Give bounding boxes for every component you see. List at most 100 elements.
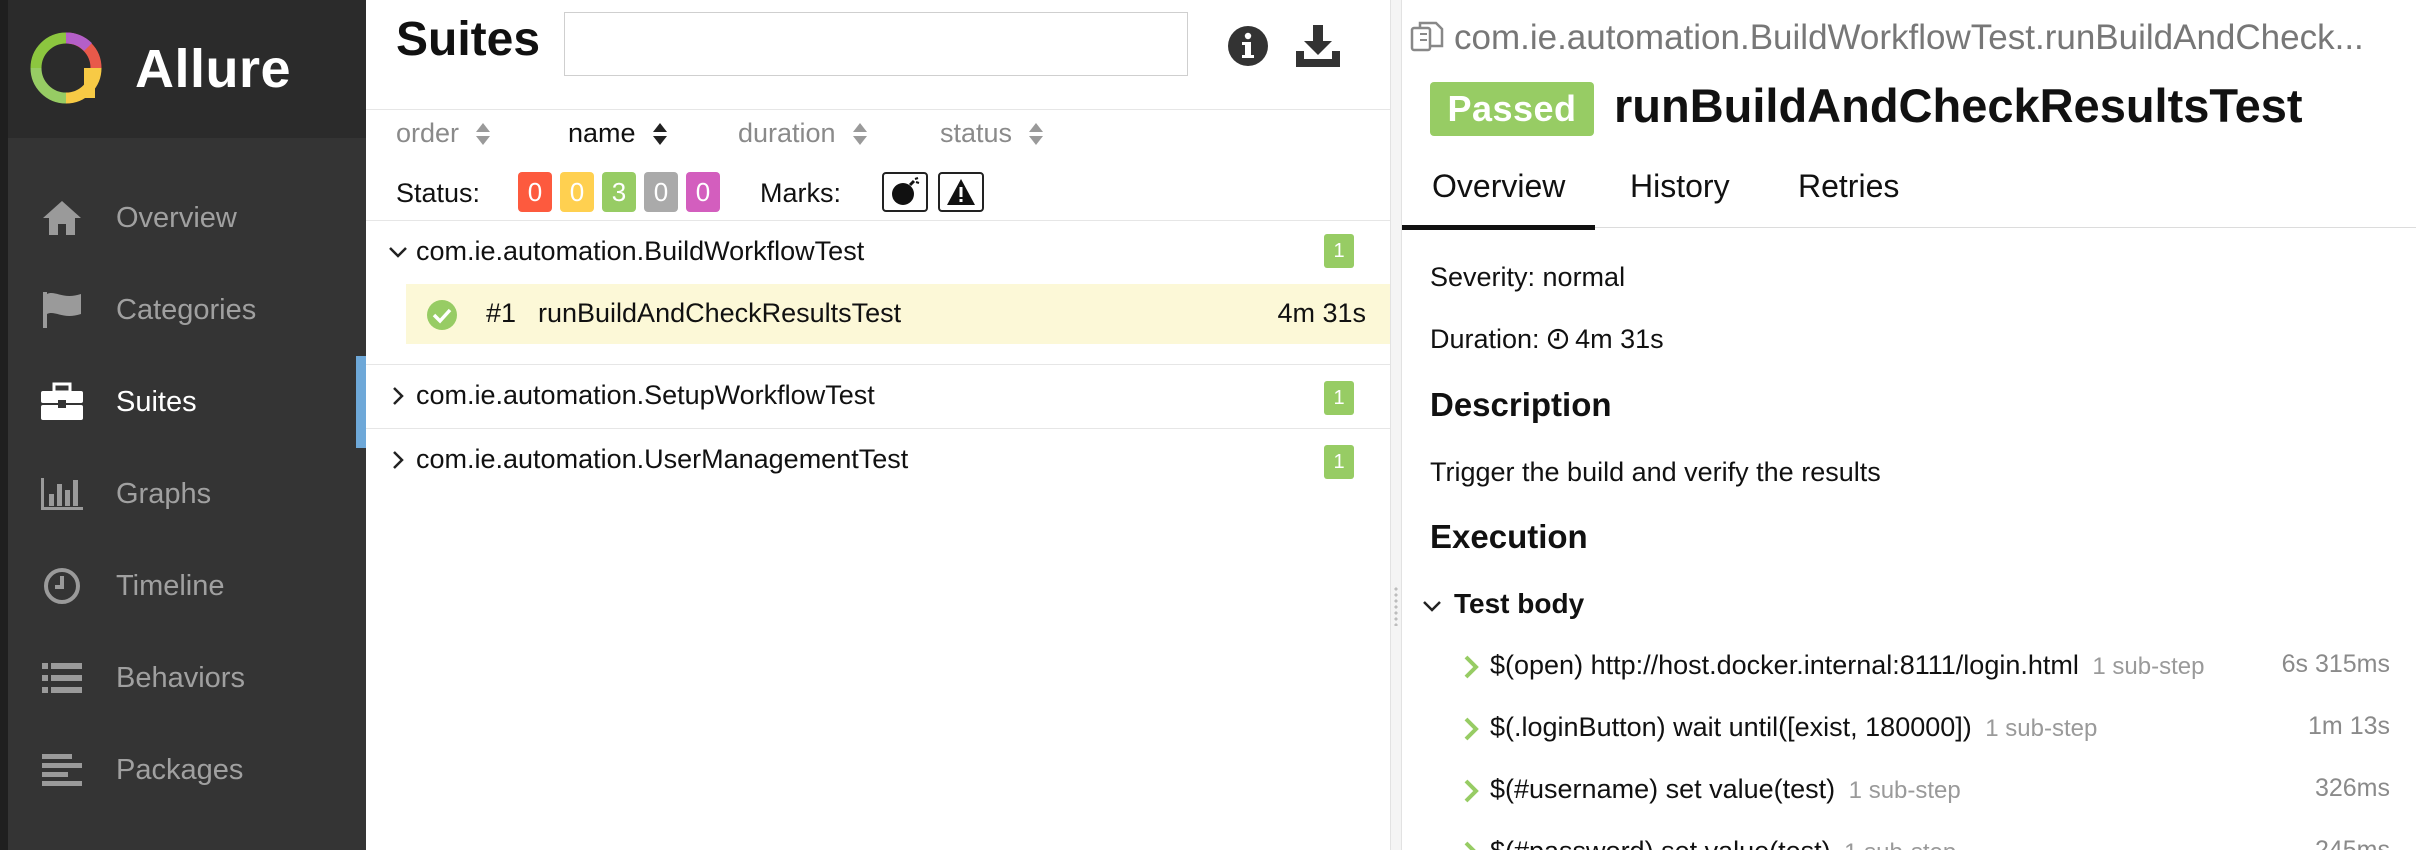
details-tabs: Overview History Retries (1402, 160, 2416, 230)
chevron-down-icon (389, 247, 407, 258)
status-filter-broken[interactable]: 0 (560, 172, 594, 212)
page-title: Suites (396, 13, 541, 66)
chevron-right-icon (1464, 717, 1479, 741)
step-title: $(#password) set value(test) (1490, 836, 1831, 850)
step-substep-count: 1 sub-step (1985, 715, 2098, 742)
allure-logo-icon (30, 32, 102, 104)
clock-icon (1547, 328, 1569, 349)
step-substep-count: 1 sub-step (1848, 777, 1961, 804)
drag-handle-icon (1393, 586, 1399, 626)
sort-name-button[interactable]: name (568, 118, 668, 149)
breadcrumb-text: com.ie.automation.BuildWorkflowTest.runB… (1454, 18, 2364, 57)
sort-arrows-icon (475, 121, 491, 147)
step-name: $(#username) set value(test) 1 sub-step (1490, 774, 1961, 805)
step-name: $(open) http://host.docker.internal:8111… (1490, 650, 2204, 681)
sidebar-item-label: Packages (116, 754, 244, 786)
new-failed-mark-button[interactable] (938, 172, 984, 212)
sidebar-item-label: Graphs (116, 478, 212, 510)
sort-order-button[interactable]: order (396, 118, 491, 149)
sidebar-item-label: Behaviors (116, 662, 245, 694)
download-button[interactable] (1294, 22, 1342, 70)
sort-arrows-icon (852, 121, 868, 147)
chevron-right-icon (1464, 841, 1476, 850)
download-icon (1296, 25, 1340, 67)
sidebar-item-label: Categories (116, 294, 257, 326)
sort-status-button[interactable]: status (940, 118, 1044, 149)
flaky-mark-button[interactable] (882, 172, 928, 212)
warning-icon (947, 179, 975, 205)
tree-divider (366, 364, 1390, 365)
step-title: $(open) http://host.docker.internal:8111… (1490, 650, 2079, 680)
briefcase-icon (38, 378, 86, 426)
sidebar-item-packages[interactable]: Packages (0, 724, 366, 816)
step-duration: 245ms (2314, 836, 2390, 850)
tree-divider (366, 220, 1390, 221)
list-icon (38, 654, 86, 702)
sidebar-item-label: Overview (116, 202, 237, 234)
brand-header: Allure (0, 0, 366, 138)
sort-label: order (396, 118, 460, 148)
suites-header: Suites (366, 0, 1390, 110)
sidebar-item-timeline[interactable]: Timeline (0, 540, 366, 632)
sort-label: status (940, 118, 1013, 148)
step-title: $(.loginButton) wait until([exist, 18000… (1490, 712, 1972, 742)
sidebar: Allure Overview Categories Suites Graphs… (0, 0, 366, 850)
test-number: #1 (486, 298, 517, 328)
copy-icon[interactable] (1410, 20, 1444, 54)
passed-count-badge: 1 (1324, 381, 1354, 415)
step-row[interactable]: $(.loginButton) wait until([exist, 18000… (1402, 704, 2416, 754)
search-input[interactable] (564, 12, 1188, 76)
duration-label: Duration: (1430, 324, 1540, 354)
status-filter-skipped[interactable]: 0 (644, 172, 678, 212)
step-row[interactable]: $(#username) set value(test) 1 sub-step … (1402, 766, 2416, 816)
status-filter-label: Status: (396, 178, 481, 208)
pane-splitter[interactable] (1390, 0, 1402, 850)
severity-text: Severity: normal (1430, 262, 1626, 292)
step-duration: 326ms (2314, 774, 2390, 802)
test-name: runBuildAndCheckResultsTest (538, 298, 902, 328)
status-filter-failed[interactable]: 0 (518, 172, 552, 212)
suite-group-name: com.ie.automation.UserManagementTest (416, 444, 909, 474)
step-name: $(#password) set value(test) 1 sub-step (1490, 836, 1956, 850)
sidebar-item-label: Timeline (116, 570, 225, 602)
tab-overview[interactable]: Overview (1402, 168, 1596, 230)
sort-arrows-icon (652, 121, 668, 147)
sidebar-item-behaviors[interactable]: Behaviors (0, 632, 366, 724)
sidebar-item-suites[interactable]: Suites (0, 356, 366, 448)
passed-count-badge: 1 (1324, 234, 1354, 268)
info-icon (1228, 26, 1268, 66)
passed-count-badge: 1 (1324, 445, 1354, 479)
suite-group-row[interactable]: com.ie.automation.UserManagementTest 1 (366, 430, 1390, 490)
step-substep-count: 1 sub-step (1844, 839, 1956, 850)
tree-divider (366, 428, 1390, 429)
execution-heading: Execution (1430, 518, 1588, 555)
suites-panel: Suites order name duration status Status… (366, 0, 1390, 850)
window-edge (0, 0, 8, 850)
flag-icon (38, 286, 86, 334)
chevron-right-icon (393, 451, 404, 469)
sidebar-item-graphs[interactable]: Graphs (0, 448, 366, 540)
step-row[interactable]: $(#password) set value(test) 1 sub-step … (1402, 828, 2416, 850)
home-icon (38, 194, 86, 242)
step-row[interactable]: $(open) http://host.docker.internal:8111… (1402, 642, 2416, 692)
passed-check-icon (427, 300, 457, 330)
sort-duration-button[interactable]: duration (738, 118, 868, 149)
info-button[interactable] (1224, 22, 1272, 70)
align-left-icon (38, 746, 86, 794)
sort-label: duration (738, 118, 836, 148)
clock-icon (38, 562, 86, 610)
status-filter-passed[interactable]: 3 (602, 172, 636, 212)
marks-filter-label: Marks: (760, 178, 841, 208)
status-filter-unknown[interactable]: 0 (686, 172, 720, 212)
step-title: $(#username) set value(test) (1490, 774, 1836, 804)
suite-group-row[interactable]: com.ie.automation.SetupWorkflowTest 1 (366, 366, 1390, 426)
suite-group-name: com.ie.automation.SetupWorkflowTest (416, 380, 875, 410)
tab-history[interactable]: History (1630, 168, 1730, 228)
sidebar-item-categories[interactable]: Categories (0, 264, 366, 356)
tab-retries[interactable]: Retries (1798, 168, 1899, 228)
sidebar-item-overview[interactable]: Overview (0, 172, 366, 264)
test-case-row[interactable]: #1 runBuildAndCheckResultsTest 4m 31s (406, 284, 1390, 344)
suite-group-name: com.ie.automation.BuildWorkflowTest (416, 236, 865, 266)
suite-group-row[interactable]: com.ie.automation.BuildWorkflowTest 1 (366, 222, 1390, 282)
step-name: $(.loginButton) wait until([exist, 18000… (1490, 712, 2097, 743)
